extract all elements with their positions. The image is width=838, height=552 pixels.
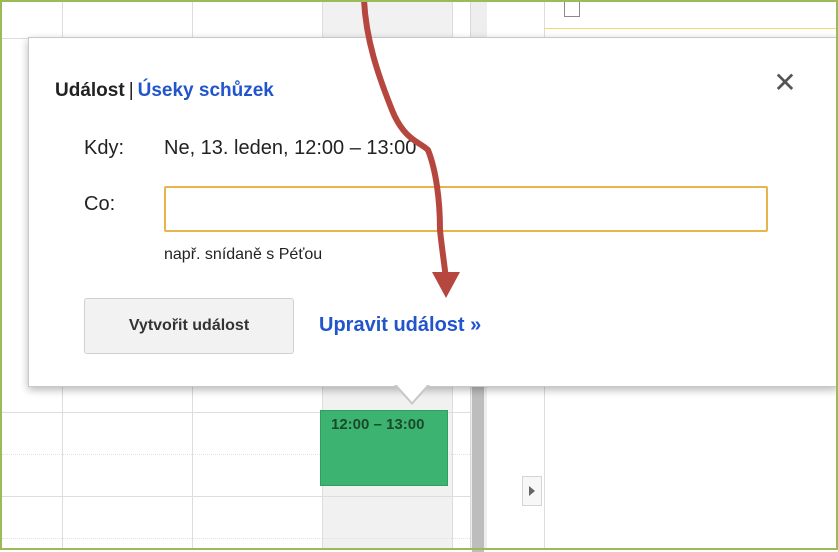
screenshot-frame: [0, 0, 838, 550]
